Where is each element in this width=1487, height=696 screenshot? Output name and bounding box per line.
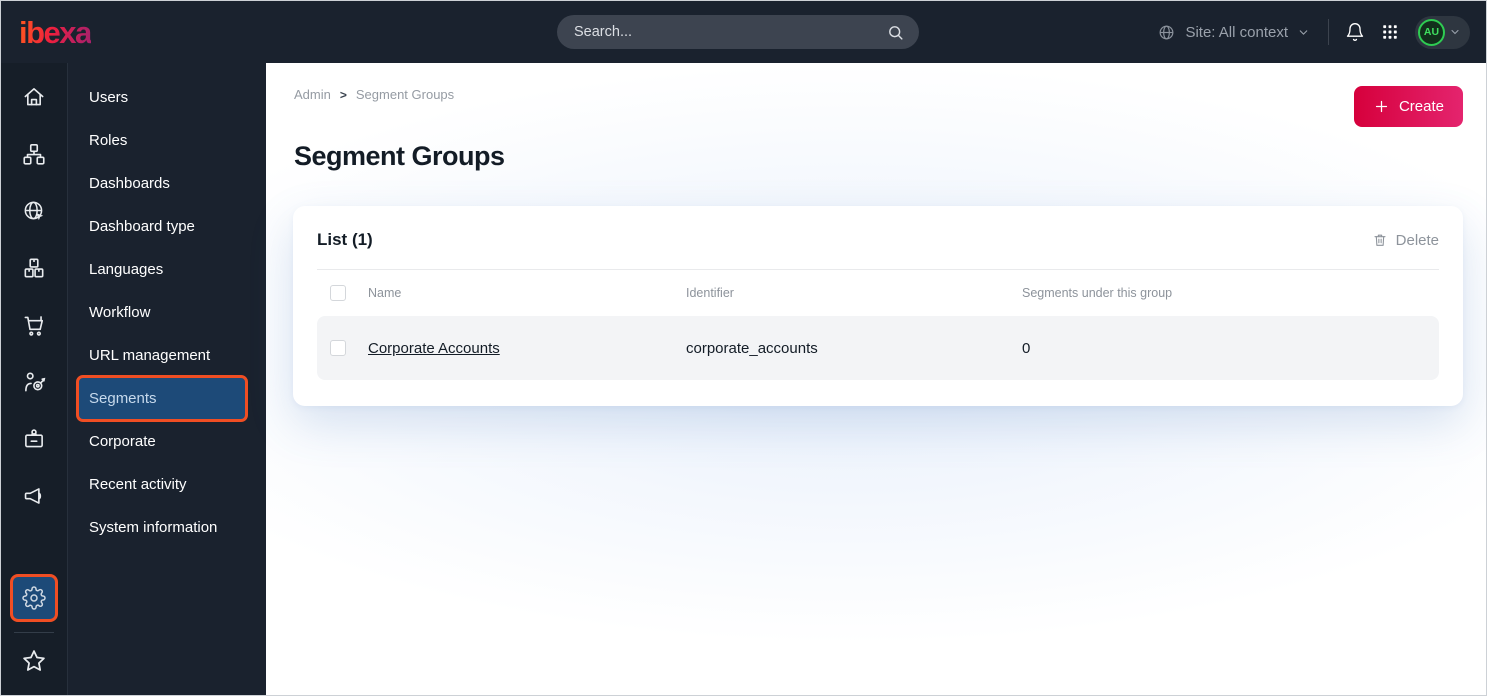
personalization-target-icon[interactable] [16, 364, 52, 400]
table-header-row: Name Identifier Segments under this grou… [317, 270, 1439, 316]
delete-button-label: Delete [1395, 231, 1439, 249]
column-header-segments: Segments under this group [1022, 286, 1173, 300]
bookmarks-star-icon[interactable] [16, 643, 52, 679]
top-bar: ibexa Site: All context [1, 1, 1486, 63]
menu-item-users[interactable]: Users [68, 76, 266, 119]
segment-groups-list-card: List (1) Delete Name Identifier Segments… [293, 206, 1463, 406]
breadcrumb-separator: > [339, 87, 347, 102]
segment-group-count: 0 [1022, 339, 1031, 357]
user-menu[interactable]: AU [1415, 15, 1470, 49]
chevron-down-icon [1297, 26, 1310, 39]
marketing-megaphone-icon[interactable] [16, 478, 52, 514]
delete-button[interactable]: Delete [1372, 232, 1439, 249]
page-title: Segment Groups [294, 141, 505, 171]
icon-rail [1, 63, 68, 695]
global-search [557, 15, 919, 49]
create-button[interactable]: Create [1353, 86, 1463, 127]
sitemap-icon[interactable] [16, 136, 52, 172]
list-title: List (1) [317, 230, 373, 249]
select-all-checkbox[interactable] [330, 285, 346, 301]
content-area: Admin > Segment Groups Create Segment Gr… [266, 63, 1486, 695]
segment-group-identifier: corporate_accounts [686, 339, 818, 357]
topbar-right-controls: Site: All context AU [1157, 15, 1470, 49]
topbar-divider [1328, 19, 1329, 45]
breadcrumb-admin[interactable]: Admin [294, 87, 331, 102]
avatar: AU [1418, 18, 1445, 46]
segment-group-name-link[interactable]: Corporate Accounts [368, 340, 500, 357]
row-checkbox[interactable] [330, 340, 346, 356]
rail-divider [14, 632, 54, 633]
app-grid-icon[interactable] [1381, 23, 1399, 41]
trash-icon [1372, 232, 1388, 248]
column-header-identifier: Identifier [686, 286, 734, 300]
menu-item-recent-activity[interactable]: Recent activity [68, 463, 266, 506]
menu-item-corporate[interactable]: Corporate [68, 420, 266, 463]
site-globe-icon[interactable] [16, 193, 52, 229]
corporate-badge-icon[interactable] [16, 421, 52, 457]
notifications-bell-icon[interactable] [1345, 22, 1365, 42]
main-area: Users Roles Dashboards Dashboard type La… [1, 63, 1486, 695]
ibexa-logo[interactable]: ibexa [19, 17, 92, 48]
home-icon[interactable] [16, 79, 52, 115]
breadcrumb: Admin > Segment Groups [294, 87, 454, 102]
menu-item-segments[interactable]: Segments [76, 375, 248, 422]
search-icon[interactable] [886, 23, 905, 42]
globe-icon [1157, 23, 1176, 42]
search-input[interactable] [574, 24, 886, 40]
menu-item-system-information[interactable]: System information [68, 506, 266, 549]
table-row: Corporate Accounts corporate_accounts 0 [317, 316, 1439, 380]
admin-gear-icon[interactable] [10, 574, 58, 622]
plus-icon [1373, 98, 1390, 115]
products-boxes-icon[interactable] [16, 250, 52, 286]
app-window: ibexa Site: All context [0, 0, 1487, 696]
commerce-cart-icon[interactable] [16, 307, 52, 343]
menu-item-roles[interactable]: Roles [68, 119, 266, 162]
column-header-name: Name [368, 286, 402, 300]
menu-item-workflow[interactable]: Workflow [68, 291, 266, 334]
menu-item-dashboards[interactable]: Dashboards [68, 162, 266, 205]
chevron-down-icon [1449, 26, 1461, 38]
create-button-label: Create [1398, 98, 1444, 115]
menu-item-languages[interactable]: Languages [68, 248, 266, 291]
admin-menu: Users Roles Dashboards Dashboard type La… [68, 63, 266, 695]
site-context-label: Site: All context [1185, 23, 1288, 41]
menu-item-dashboard-type[interactable]: Dashboard type [68, 205, 266, 248]
site-context-selector[interactable]: Site: All context [1157, 23, 1310, 42]
breadcrumb-current: Segment Groups [355, 87, 455, 102]
menu-item-url-management[interactable]: URL management [68, 334, 266, 377]
